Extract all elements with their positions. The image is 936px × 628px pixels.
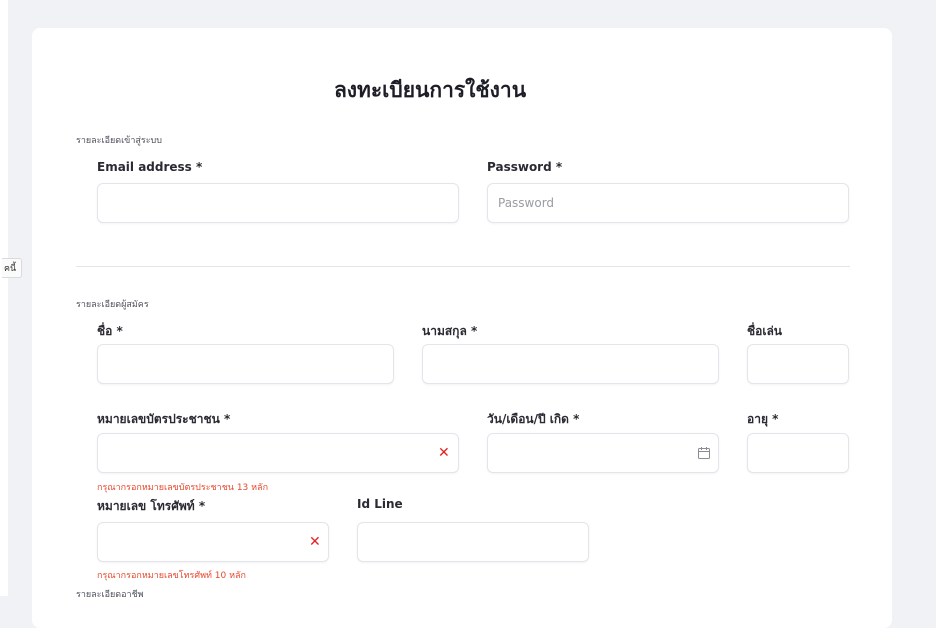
close-x-icon[interactable]: ✕: [309, 535, 321, 549]
password-label: Password *: [487, 160, 563, 174]
page-title: ลงทะเบียนการใช้งาน: [333, 78, 527, 102]
login-section-label: รายละเอียดเข้าสู่ระบบ: [76, 136, 162, 146]
last-name-label: นามสกุล *: [422, 324, 478, 338]
id-card-error: กรุณากรอกหมายเลขบัตรประชาชน 13 หลัก: [97, 483, 269, 493]
first-name-input[interactable]: [97, 344, 394, 384]
line-id-label: Id Line: [357, 497, 403, 511]
close-x-icon[interactable]: ✕: [438, 446, 450, 460]
age-label: อายุ *: [747, 412, 779, 426]
password-input[interactable]: [487, 183, 849, 223]
id-card-input[interactable]: [97, 433, 459, 473]
nickname-label: ชื่อเล่น: [747, 324, 783, 338]
phone-label: หมายเลข โทรศัพท์ *: [97, 499, 206, 513]
applicant-section-label: รายละเอียดผู้สมัคร: [76, 300, 149, 310]
section-divider: [76, 266, 850, 267]
line-id-input[interactable]: [357, 522, 589, 562]
calendar-icon[interactable]: [697, 446, 711, 460]
career-section-label: รายละเอียดอาชีพ: [76, 590, 144, 600]
last-name-input[interactable]: [422, 344, 719, 384]
phone-input[interactable]: [97, 522, 329, 562]
nickname-input[interactable]: [747, 344, 849, 384]
birthdate-input[interactable]: [487, 433, 719, 473]
id-card-label: หมายเลขบัตรประชาชน *: [97, 412, 231, 426]
email-label: Email address *: [97, 160, 203, 174]
phone-error: กรุณากรอกหมายเลขโทรศัพท์ 10 หลัก: [97, 571, 247, 581]
first-name-label: ชื่อ *: [97, 324, 123, 338]
birthdate-label: วัน/เดือน/ปี เกิด *: [487, 412, 580, 426]
age-input[interactable]: [747, 433, 849, 473]
email-input[interactable]: [97, 183, 459, 223]
side-tab[interactable]: ฅนี้: [2, 258, 22, 278]
